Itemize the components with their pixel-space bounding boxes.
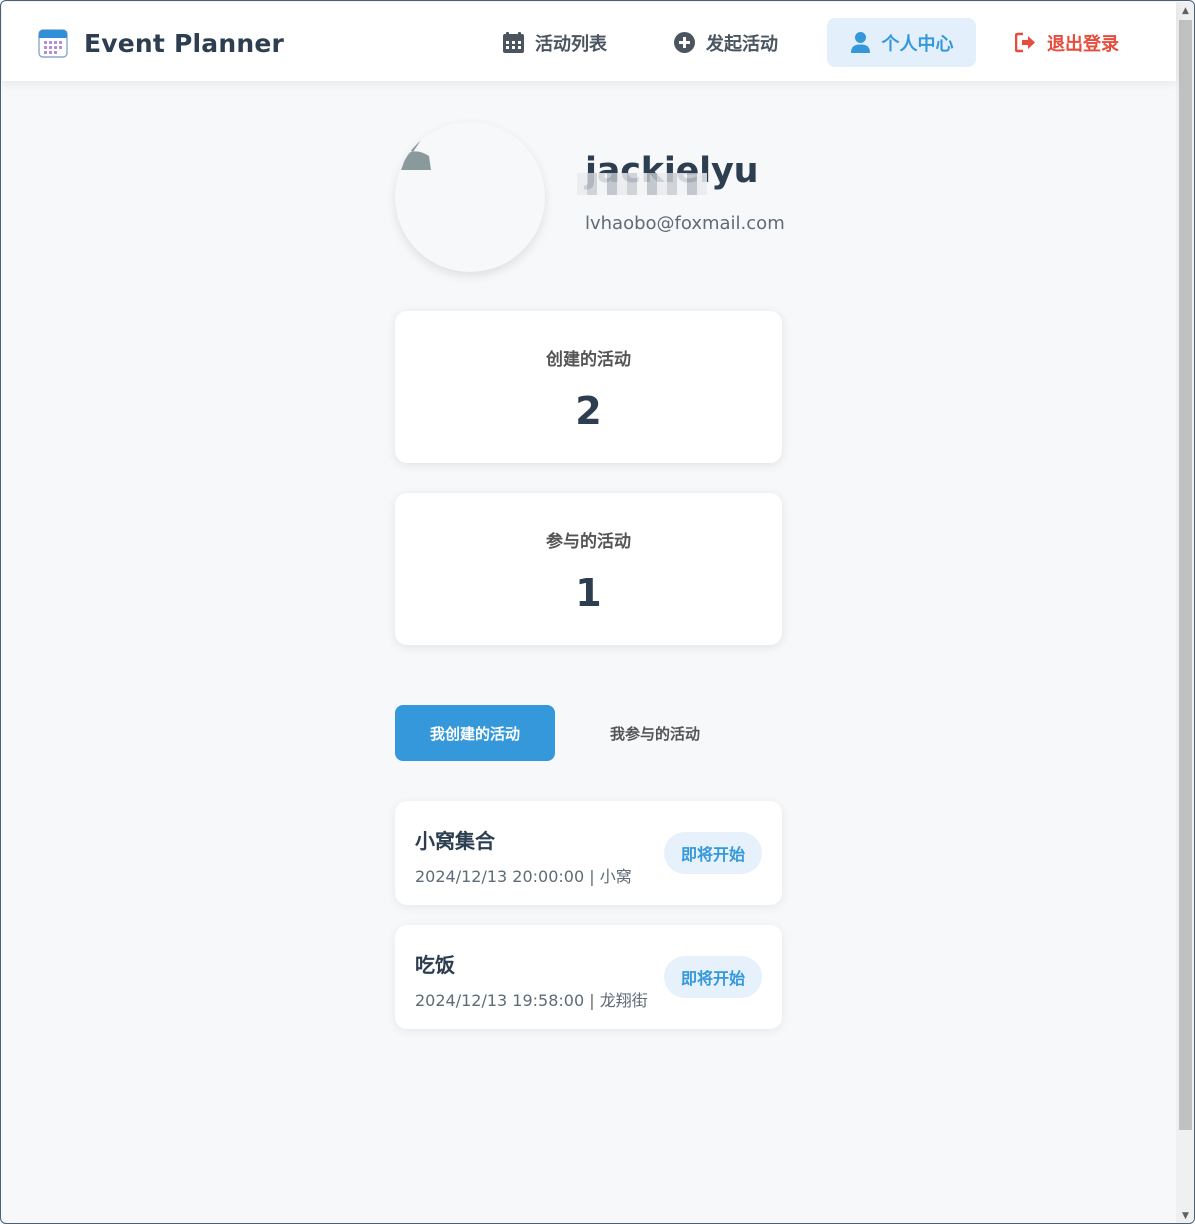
user-icon: [850, 32, 870, 53]
brand-title: Event Planner: [84, 28, 285, 58]
nav-create-label: 发起活动: [706, 33, 778, 55]
event-title: 吃饭: [415, 953, 455, 977]
broken-image-icon: [401, 136, 431, 170]
status-badge: 即将开始: [663, 832, 762, 874]
scrollbar-thumb[interactable]: [1179, 20, 1192, 1130]
nav-events-label: 活动列表: [535, 33, 607, 55]
nav-logout-link[interactable]: 退出登录: [1015, 18, 1119, 67]
stat-card-joined: 参与的活动 1: [395, 493, 782, 645]
stat-created-count: 2: [575, 389, 602, 433]
stat-created-label: 创建的活动: [546, 350, 631, 370]
sign-out-icon: [1015, 32, 1035, 53]
event-meta: 2024/12/13 20:00:00 | 小窝: [415, 867, 632, 886]
scroll-down-arrow-icon[interactable]: ▼: [1176, 1207, 1194, 1223]
stat-card-created: 创建的活动 2: [395, 311, 782, 463]
brand[interactable]: Event Planner: [38, 28, 284, 58]
top-navbar: Event Planner 活动列表 发起活动 个人中心 退出登录: [2, 2, 1176, 81]
vertical-scrollbar[interactable]: ▲ ▼: [1176, 2, 1194, 1223]
stat-joined-count: 1: [575, 571, 602, 615]
calendar-grid-icon: [503, 32, 524, 53]
nav-create-link[interactable]: 发起活动: [674, 18, 778, 67]
nav-events-link[interactable]: 活动列表: [503, 18, 607, 67]
redaction-mask: [577, 173, 707, 195]
plus-circle-icon: [674, 32, 695, 53]
tab-joined-events[interactable]: 我参与的活动: [575, 705, 735, 761]
scroll-up-arrow-icon[interactable]: ▲: [1176, 2, 1194, 19]
event-card[interactable]: 小窝集合 2024/12/13 20:00:00 | 小窝 即将开始: [395, 801, 782, 905]
app-window: Event Planner 活动列表 发起活动 个人中心 退出登录 jackie…: [0, 0, 1195, 1224]
nav-profile-link[interactable]: 个人中心: [827, 18, 976, 67]
nav-logout-label: 退出登录: [1047, 33, 1119, 55]
tab-created-events[interactable]: 我创建的活动: [395, 705, 555, 761]
event-meta: 2024/12/13 19:58:00 | 龙翔街: [415, 991, 648, 1010]
calendar-icon: [38, 29, 68, 58]
status-badge: 即将开始: [663, 956, 762, 998]
nav-profile-label: 个人中心: [881, 33, 954, 55]
stat-joined-label: 参与的活动: [546, 532, 631, 552]
event-card[interactable]: 吃饭 2024/12/13 19:58:00 | 龙翔街 即将开始: [395, 925, 782, 1029]
profile-email: lvhaobo@foxmail.com: [585, 213, 785, 234]
event-title: 小窝集合: [415, 829, 495, 853]
avatar: [395, 122, 545, 272]
